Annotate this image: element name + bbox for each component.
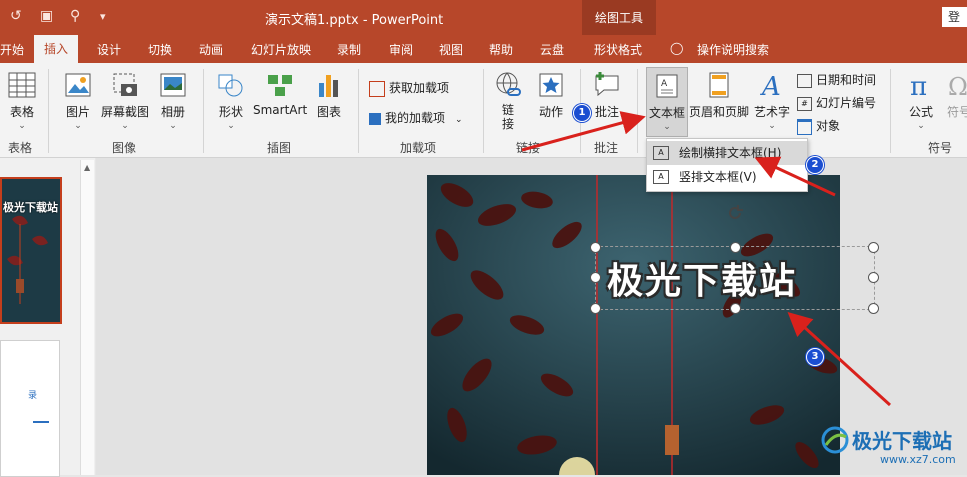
step-badge-3: 3 xyxy=(806,348,824,366)
watermark-name: 极光下载站 xyxy=(852,429,952,453)
annotation-arrows xyxy=(521,111,892,407)
watermark: 极光下载站 www.xz7.com xyxy=(820,423,967,475)
watermark-logo-icon xyxy=(821,426,849,454)
step-badge-1: 1 xyxy=(573,104,591,122)
step-badge-2: 2 xyxy=(806,156,824,174)
arrow-1 xyxy=(521,111,646,152)
watermark-url: www.xz7.com xyxy=(880,453,956,466)
